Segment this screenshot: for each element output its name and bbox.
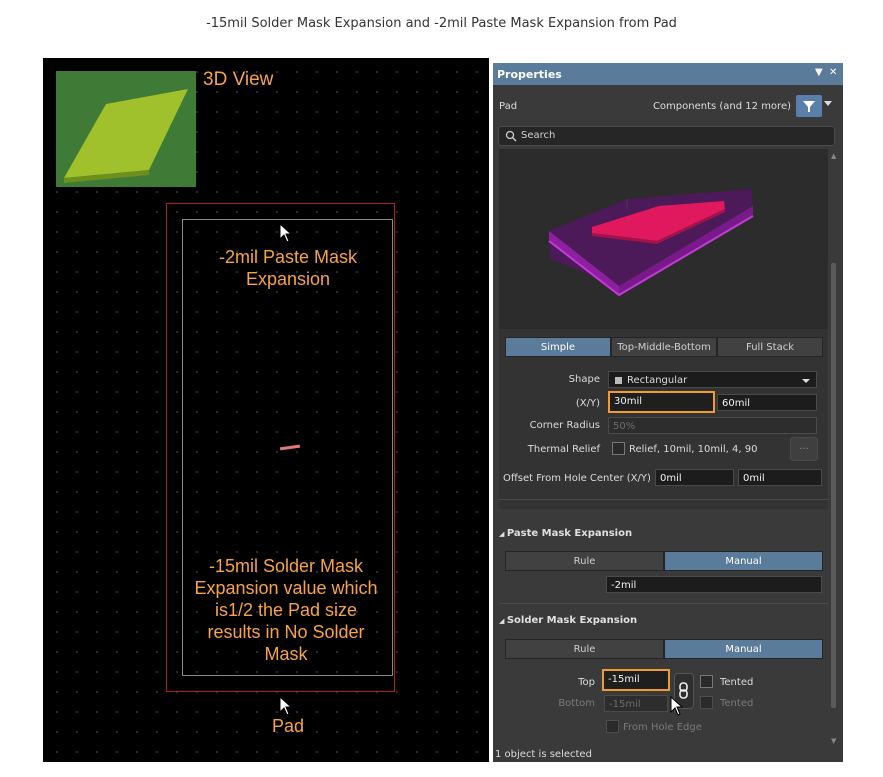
section-divider [499,603,828,604]
pad-annotation: Pad [271,716,305,736]
panel-menu-icon[interactable]: ▼ [815,67,823,78]
solder-mask-bottom-field: -15mil [604,695,668,712]
filter-scope-text[interactable]: Components (and 12 more) [653,101,791,112]
3d-view-title: 3D View [203,69,274,90]
chevron-down-icon [802,379,810,383]
paste-rule-button[interactable]: Rule [505,551,664,571]
shape-label: Shape [568,374,600,385]
pad-y-size-field[interactable]: 60mil [717,394,817,411]
from-hole-edge-checkbox [606,720,619,733]
paste-mask-mode-toggle: Rule Manual [505,551,823,571]
solder-rule-button[interactable]: Rule [505,639,664,659]
solder-manual-button[interactable]: Manual [664,639,823,659]
shape-value: Rectangular [627,375,688,386]
collapse-triangle-icon: ◢ [499,617,507,625]
solder-mask-top-field[interactable]: -15mil [602,669,670,691]
search-icon [505,130,517,142]
scroll-up-icon[interactable]: ▲ [831,152,836,160]
bottom-tented-label: Tented [720,698,754,709]
mouse-cursor-icon [670,696,684,716]
bottom-tented-checkbox [700,696,713,709]
pad-x-size-field[interactable]: 30mil [608,391,715,413]
figure-caption: -15mil Solder Mask Expansion and -2mil P… [206,16,677,31]
search-placeholder: Search [521,130,556,141]
view-mode-tabs: Simple Top-Middle-Bottom Full Stack [505,337,823,357]
section-divider [499,499,828,500]
solder-mask-mode-toggle: Rule Manual [505,639,823,659]
offset-y-field[interactable]: 0mil [738,469,822,486]
paste-mask-annotation: -2mil Paste Mask Expansion [218,247,358,289]
thermal-relief-value: Relief, 10mil, 10mil, 4, 90 [629,444,758,455]
collapse-triangle-icon: ◢ [499,530,507,538]
close-icon[interactable]: ✕ [829,67,837,78]
offset-label: Offset From Hole Center (X/Y) [503,473,651,484]
bottom-label: Bottom [558,698,595,709]
shape-select[interactable]: Rectangular [608,371,817,388]
filter-icon [803,101,815,112]
thermal-relief-checkbox[interactable] [612,442,625,455]
properties-panel: Properties ▼ ✕ Pad Components (and 12 mo… [493,63,843,762]
top-label: Top [578,677,595,688]
paste-mask-expansion-field[interactable]: -2mil [606,576,822,593]
status-text: 1 object is selected [495,749,592,760]
panel-title: Properties [497,68,562,81]
pcb-canvas[interactable]: 3D View -2mil Paste Mask Expansion -15mi… [43,58,489,762]
panel-titlebar[interactable]: Properties ▼ ✕ [493,63,843,85]
object-type-label: Pad [499,101,518,112]
top-tented-checkbox[interactable] [700,675,713,688]
paste-mask-section-header[interactable]: ◢ Paste Mask Expansion [499,528,632,539]
status-bar: 1 object is selected [493,746,843,762]
3d-view-thumbnail [56,71,196,187]
paste-mask-section-title: Paste Mask Expansion [506,528,633,539]
square-shape-icon [615,377,622,384]
tab-top-middle-bottom[interactable]: Top-Middle-Bottom [611,337,717,357]
mouse-cursor-icon [279,696,293,716]
mouse-cursor-icon [279,223,293,243]
paste-manual-button[interactable]: Manual [664,551,823,571]
pad-3d-preview[interactable] [499,149,828,329]
solder-mask-section-title: Solder Mask Expansion [506,615,638,626]
tab-full-stack[interactable]: Full Stack [717,337,823,357]
solder-mask-annotation: -15mil Solder Mask Expansion value which… [194,556,378,664]
corner-radius-label: Corner Radius [529,420,600,431]
xy-label: (X/Y) [575,398,600,409]
filter-button[interactable] [796,95,822,117]
thermal-relief-more-button[interactable]: ... [790,437,818,461]
thermal-relief-label: Thermal Relief [527,444,600,455]
solder-mask-section-header[interactable]: ◢ Solder Mask Expansion [499,615,637,626]
filter-dropdown-icon[interactable] [824,101,832,106]
offset-x-field[interactable]: 0mil [655,469,734,486]
top-tented-label: Tented [720,677,754,688]
from-hole-edge-label: From Hole Edge [623,722,702,733]
search-input[interactable]: Search [498,126,835,146]
tab-simple[interactable]: Simple [505,337,611,357]
scroll-down-icon[interactable]: ▼ [831,737,836,745]
corner-radius-field: 50% [608,417,817,434]
panel-scrollbar[interactable] [831,263,836,708]
